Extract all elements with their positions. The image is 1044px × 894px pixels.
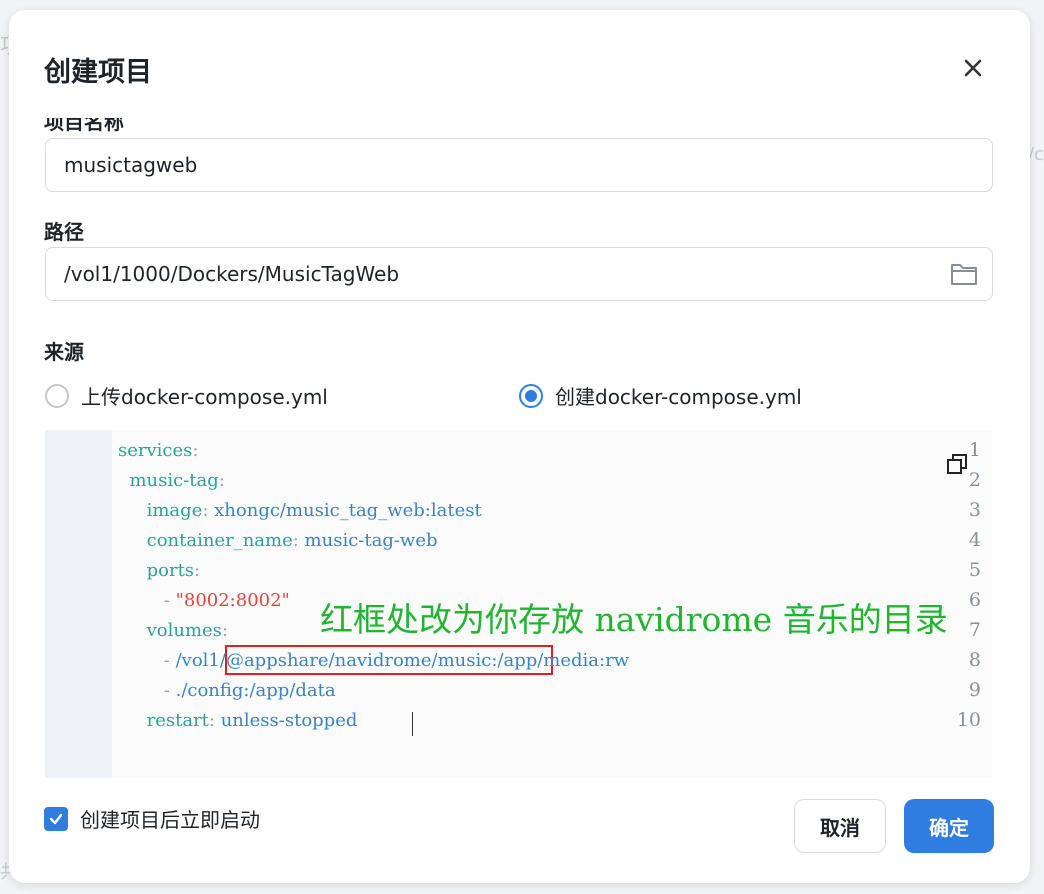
auto-start-checkbox[interactable] [44, 806, 68, 831]
text-cursor [412, 712, 413, 736]
project-name-field[interactable] [45, 138, 993, 192]
radio-create-label: 创建docker-compose.yml [555, 385, 802, 409]
path-field[interactable] [45, 247, 993, 301]
dialog-body: 项目名称 路径 来源 上传docker-compose.yml 创建docker… [9, 118, 1030, 883]
auto-start-option[interactable]: 创建项目后立即启动 [44, 804, 260, 833]
code-line: image: xhongc/music_tag_web:latest [146, 500, 482, 521]
create-project-dialog: 创建项目 项目名称 路径 来源 上传docker-compose.yml [9, 10, 1030, 883]
close-button[interactable] [957, 52, 989, 84]
code-line: services: [118, 440, 199, 461]
line-number: 6 [968, 589, 981, 611]
path-input[interactable] [64, 262, 974, 286]
radio-upload-label: 上传docker-compose.yml [81, 385, 328, 409]
code-line: - /vol1/@appshare/navidrome/music:/app/m… [163, 650, 630, 671]
line-number: 4 [968, 529, 981, 551]
code-line: ports: [146, 560, 201, 581]
check-icon [49, 813, 63, 824]
line-number: 5 [968, 559, 981, 581]
dialog-title: 创建项目 [44, 57, 152, 88]
code-line: volumes: [146, 620, 229, 641]
line-number: 10 [956, 709, 981, 731]
project-name-label: 项目名称 [44, 118, 124, 134]
line-number: 9 [968, 679, 981, 701]
source-option-create[interactable]: 创建docker-compose.yml [519, 381, 802, 410]
path-label: 路径 [44, 220, 84, 244]
auto-start-label: 创建项目后立即启动 [80, 808, 260, 832]
line-number: 8 [968, 649, 981, 671]
line-number: 2 [968, 469, 981, 491]
line-number-gutter [45, 430, 112, 778]
browse-folder-button[interactable] [950, 261, 978, 287]
radio-create[interactable] [519, 383, 543, 408]
project-name-input[interactable] [64, 153, 974, 177]
code-line: container_name: music-tag-web [146, 530, 438, 551]
code-line: - "8002:8002" [163, 590, 290, 611]
background-glyph: /c [1028, 144, 1044, 165]
line-number: 1 [968, 439, 981, 461]
folder-icon [951, 264, 977, 285]
source-label: 来源 [44, 340, 84, 364]
code-line: music-tag: [129, 470, 225, 491]
confirm-button[interactable]: 确定 [904, 799, 994, 853]
annotation-text: 红框处改为你存放 navidrome 音乐的目录 [320, 600, 948, 639]
line-number: 7 [968, 619, 981, 641]
line-number: 3 [968, 499, 981, 521]
compose-editor[interactable]: 红框处改为你存放 navidrome 音乐的目录 1 2 3 4 5 6 7 8 9 10 serv… [45, 430, 993, 778]
cancel-button[interactable]: 取消 [794, 799, 886, 853]
source-option-upload[interactable]: 上传docker-compose.yml [45, 381, 328, 410]
close-icon [964, 59, 982, 77]
code-line: restart: unless-stopped [146, 710, 358, 731]
radio-upload[interactable] [45, 383, 69, 408]
code-line: - ./config:/app/data [163, 680, 336, 701]
